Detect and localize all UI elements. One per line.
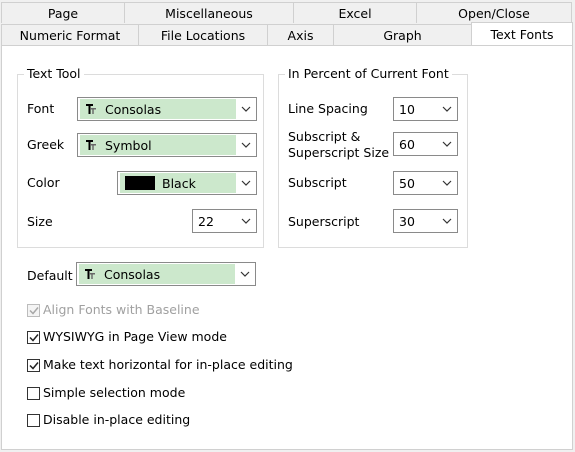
truetype-icon	[83, 139, 99, 151]
font-label: Font	[27, 101, 55, 116]
check-icon	[27, 303, 40, 317]
simple-selection-checkbox[interactable]: Simple selection mode	[27, 385, 185, 401]
text-fonts-panel: Text Tool Font Consolas Greek Symbol Col…	[1, 45, 573, 450]
wysiwyg-label: WYSIWYG in Page View mode	[43, 329, 227, 344]
wysiwyg-checkbox[interactable]: WYSIWYG in Page View mode	[27, 329, 227, 345]
line-spacing-value: 10	[399, 101, 415, 117]
color-value: Black	[162, 175, 196, 191]
subsup-label-2: Superscript Size	[288, 145, 390, 160]
font-combo[interactable]: Consolas	[77, 97, 257, 121]
tab-numeric-format[interactable]: Numeric Format	[1, 24, 139, 45]
subsup-combo[interactable]: 60	[393, 132, 458, 156]
line-spacing-label: Line Spacing	[288, 101, 368, 116]
disable-inplace-label: Disable in-place editing	[43, 412, 191, 427]
greek-value: Symbol	[105, 137, 152, 153]
simple-selection-label: Simple selection mode	[43, 385, 186, 400]
tab-excel[interactable]: Excel	[293, 2, 417, 23]
chevron-down-icon	[235, 263, 255, 285]
check-icon	[27, 358, 40, 372]
text-horizontal-label: Make text horizontal for in-place editin…	[43, 357, 293, 372]
tab-open-close[interactable]: Open/Close	[416, 2, 572, 23]
color-swatch	[125, 176, 155, 190]
size-label: Size	[27, 214, 53, 229]
subsup-label-1: Subscript &	[288, 129, 361, 144]
tab-row-top: Page Miscellaneous Excel Open/Close	[1, 2, 572, 23]
default-label: Default	[27, 268, 73, 283]
subscript-combo[interactable]: 50	[393, 171, 458, 195]
subscript-value: 50	[399, 175, 415, 191]
size-value: 22	[198, 213, 214, 229]
chevron-down-icon	[437, 98, 457, 120]
subscript-label: Subscript	[288, 175, 347, 190]
color-combo[interactable]: Black	[117, 171, 257, 195]
line-spacing-combo[interactable]: 10	[393, 97, 458, 121]
chevron-down-icon	[437, 133, 457, 155]
text-tool-title: Text Tool	[24, 67, 84, 81]
font-value: Consolas	[105, 101, 162, 117]
color-label: Color	[27, 175, 60, 190]
tab-miscellaneous[interactable]: Miscellaneous	[124, 2, 294, 23]
tab-axis[interactable]: Axis	[267, 24, 334, 45]
percent-group: In Percent of Current Font Line Spacing …	[278, 67, 468, 248]
default-font-value: Consolas	[104, 266, 161, 282]
tab-row-bottom: Numeric Format File Locations Axis Graph…	[1, 22, 573, 45]
tab-file-locations[interactable]: File Locations	[138, 24, 268, 45]
percent-title: In Percent of Current Font	[285, 67, 452, 81]
chevron-down-icon	[236, 172, 256, 194]
disable-inplace-checkbox[interactable]: Disable in-place editing	[27, 412, 190, 428]
check-icon	[27, 330, 40, 344]
chevron-down-icon	[236, 134, 256, 156]
text-tool-group: Text Tool Font Consolas Greek Symbol Col…	[17, 67, 264, 248]
superscript-label: Superscript	[288, 214, 360, 229]
subsup-value: 60	[399, 136, 415, 152]
chevron-down-icon	[437, 172, 457, 194]
size-combo[interactable]: 22	[192, 209, 257, 233]
truetype-icon	[83, 103, 99, 115]
superscript-value: 30	[399, 213, 415, 229]
tab-page[interactable]: Page	[1, 2, 125, 23]
chevron-down-icon	[437, 210, 457, 232]
align-fonts-label: Align Fonts with Baseline	[43, 302, 200, 317]
greek-label: Greek	[27, 137, 65, 152]
default-font-combo[interactable]: Consolas	[76, 262, 256, 286]
tab-text-fonts[interactable]: Text Fonts	[471, 22, 573, 45]
align-fonts-checkbox[interactable]: Align Fonts with Baseline	[27, 302, 200, 318]
chevron-down-icon	[236, 210, 256, 232]
superscript-combo[interactable]: 30	[393, 209, 458, 233]
chevron-down-icon	[236, 98, 256, 120]
tab-graph[interactable]: Graph	[333, 24, 472, 45]
text-horizontal-checkbox[interactable]: Make text horizontal for in-place editin…	[27, 357, 293, 373]
truetype-icon	[82, 268, 98, 280]
greek-combo[interactable]: Symbol	[77, 133, 257, 157]
